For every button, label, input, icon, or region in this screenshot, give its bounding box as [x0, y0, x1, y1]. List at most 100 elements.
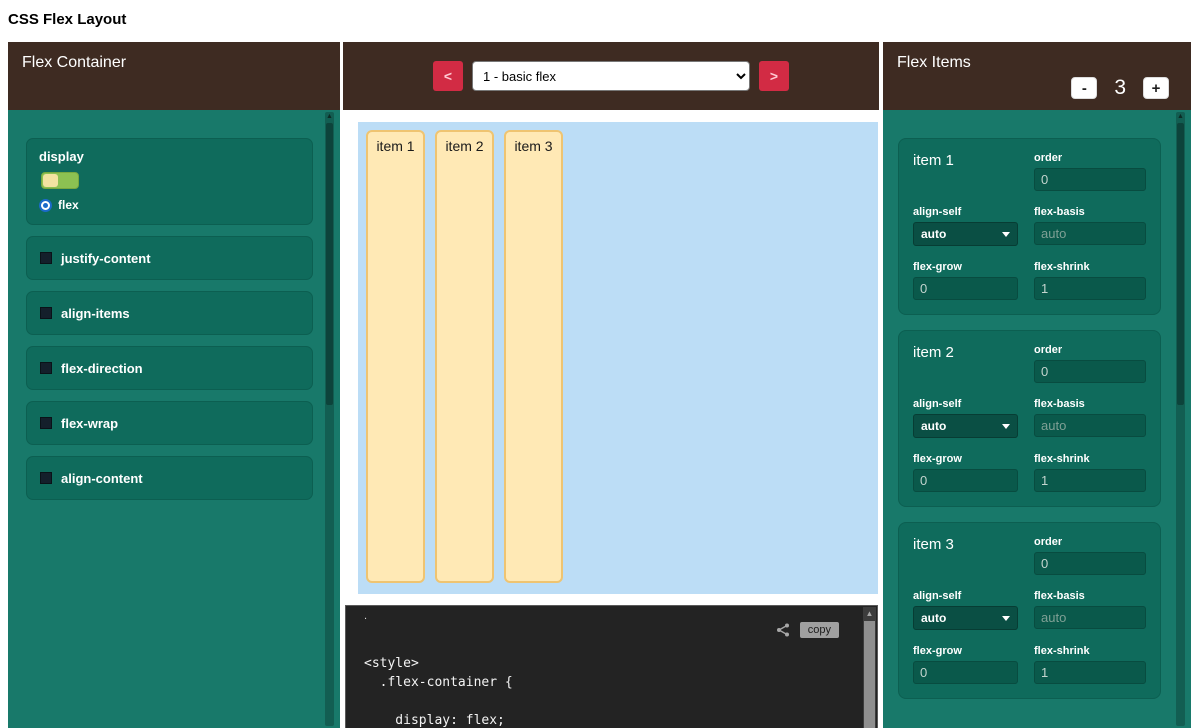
prev-scene-button[interactable]: <: [433, 61, 463, 91]
main-layout: Flex Container display flex justify-cont…: [8, 42, 1191, 728]
copy-button[interactable]: copy: [800, 622, 839, 638]
remove-item-button[interactable]: -: [1071, 77, 1097, 99]
item-title: item 3: [913, 533, 954, 553]
option-flex-direction: flex-direction: [26, 346, 313, 390]
align-self-label: align-self: [913, 398, 1018, 410]
toggle-knob-icon: [43, 174, 58, 187]
next-scene-button[interactable]: >: [759, 61, 789, 91]
option-flex-wrap: flex-wrap: [26, 401, 313, 445]
flex-direction-checkbox[interactable]: [40, 362, 52, 374]
code-line: [364, 692, 853, 711]
align-self-select[interactable]: auto: [913, 606, 1018, 630]
item-title: item 1: [913, 149, 954, 169]
flex-shrink-input[interactable]: [1034, 277, 1146, 300]
preview-column: < 1 - basic flex > item 1 item 2 item 3 …: [343, 42, 879, 728]
flex-shrink-label: flex-shrink: [1034, 261, 1146, 273]
item-count: 3: [1114, 76, 1126, 100]
display-card: display flex: [26, 138, 313, 225]
left-scrollbar[interactable]: ▲: [325, 112, 334, 726]
option-align-content: align-content: [26, 456, 313, 500]
scroll-up-icon[interactable]: ▲: [325, 112, 334, 122]
flex-demo-item: item 2: [435, 130, 494, 583]
code-scrollbar[interactable]: ▲: [863, 607, 876, 728]
flex-shrink-input[interactable]: [1034, 661, 1146, 684]
flex-shrink-label: flex-shrink: [1034, 453, 1146, 465]
code-dot: .: [364, 610, 367, 622]
right-scrollbar[interactable]: ▲: [1176, 112, 1185, 726]
align-self-select[interactable]: auto: [913, 222, 1018, 246]
flex-items-panel-header: Flex Items - 3 +: [883, 42, 1191, 110]
align-content-label: align-content: [61, 471, 143, 486]
align-self-value: auto: [921, 419, 946, 433]
share-icon[interactable]: [776, 623, 790, 637]
flex-grow-label: flex-grow: [913, 453, 1018, 465]
flex-wrap-checkbox[interactable]: [40, 417, 52, 429]
align-self-value: auto: [921, 227, 946, 241]
scene-navbar: < 1 - basic flex >: [343, 42, 879, 110]
flex-basis-input[interactable]: [1034, 606, 1146, 629]
chevron-down-icon: [1002, 616, 1010, 621]
align-self-select[interactable]: auto: [913, 414, 1018, 438]
align-self-label: align-self: [913, 206, 1018, 218]
flex-items-panel-title: Flex Items: [897, 54, 1177, 72]
item-card-1: item 1 order align-self auto: [898, 138, 1161, 315]
align-items-checkbox[interactable]: [40, 307, 52, 319]
align-self-label: align-self: [913, 590, 1018, 602]
scrollbar-thumb[interactable]: [864, 621, 875, 728]
flex-direction-label: flex-direction: [61, 361, 143, 376]
code-line: .flex-container {: [364, 673, 853, 692]
code-line: display: flex;: [364, 711, 853, 728]
align-self-value: auto: [921, 611, 946, 625]
scroll-up-icon[interactable]: ▲: [863, 607, 876, 620]
chevron-down-icon: [1002, 232, 1010, 237]
flex-grow-input[interactable]: [913, 469, 1018, 492]
option-justify-content: justify-content: [26, 236, 313, 280]
item-card-3: item 3 order align-self auto: [898, 522, 1161, 699]
order-input[interactable]: [1034, 168, 1146, 191]
add-item-button[interactable]: +: [1143, 77, 1169, 99]
flex-grow-label: flex-grow: [913, 261, 1018, 273]
flex-grow-input[interactable]: [913, 277, 1018, 300]
order-label: order: [1034, 152, 1146, 164]
align-items-label: align-items: [61, 306, 130, 321]
flex-demo-container: item 1 item 2 item 3: [358, 122, 878, 594]
scroll-up-icon[interactable]: ▲: [1176, 112, 1185, 122]
display-toggle[interactable]: [41, 172, 79, 189]
flex-basis-input[interactable]: [1034, 414, 1146, 437]
item-card-2: item 2 order align-self auto: [898, 330, 1161, 507]
flex-radio-label: flex: [58, 198, 79, 212]
flex-basis-label: flex-basis: [1034, 590, 1146, 602]
order-label: order: [1034, 344, 1146, 356]
justify-content-label: justify-content: [61, 251, 151, 266]
code-block: <style> .flex-container { display: flex;: [364, 654, 853, 728]
flex-shrink-label: flex-shrink: [1034, 645, 1146, 657]
page-title: CSS Flex Layout: [0, 0, 1199, 42]
scrollbar-thumb[interactable]: [1177, 123, 1184, 405]
flex-shrink-input[interactable]: [1034, 469, 1146, 492]
scene-select[interactable]: 1 - basic flex: [472, 61, 750, 91]
flex-container-panel-title: Flex Container: [8, 42, 340, 110]
code-panel: . copy: [345, 605, 878, 728]
option-align-items: align-items: [26, 291, 313, 335]
order-input[interactable]: [1034, 360, 1146, 383]
display-label: display: [39, 149, 300, 164]
flex-wrap-label: flex-wrap: [61, 416, 118, 431]
flex-basis-label: flex-basis: [1034, 398, 1146, 410]
flex-demo-item: item 1: [366, 130, 425, 583]
flex-basis-input[interactable]: [1034, 222, 1146, 245]
order-input[interactable]: [1034, 552, 1146, 575]
flex-demo-item: item 3: [504, 130, 563, 583]
flex-radio[interactable]: [39, 199, 52, 212]
scrollbar-thumb[interactable]: [326, 123, 333, 405]
flex-items-panel: Flex Items - 3 + item 1 order: [883, 42, 1191, 728]
justify-content-checkbox[interactable]: [40, 252, 52, 264]
preview-area: item 1 item 2 item 3 .: [343, 110, 879, 728]
item-title: item 2: [913, 341, 954, 361]
flex-items-panel-body: item 1 order align-self auto: [883, 110, 1191, 728]
flex-grow-label: flex-grow: [913, 645, 1018, 657]
code-line: <style>: [364, 654, 853, 673]
order-label: order: [1034, 536, 1146, 548]
chevron-down-icon: [1002, 424, 1010, 429]
align-content-checkbox[interactable]: [40, 472, 52, 484]
flex-grow-input[interactable]: [913, 661, 1018, 684]
